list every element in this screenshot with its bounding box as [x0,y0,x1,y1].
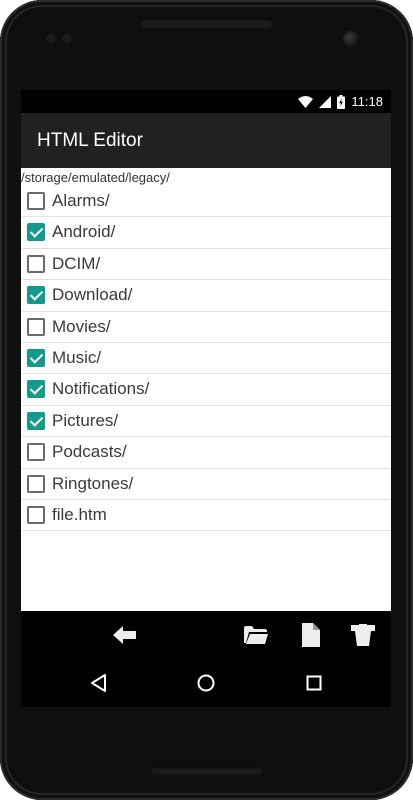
file-name: Android/ [52,222,116,242]
file-name: Download/ [52,285,133,305]
file-list-item[interactable]: Ringtones/ [21,469,391,500]
checkbox-unchecked[interactable] [27,505,45,524]
wifi-icon [298,95,314,108]
checkbox-unchecked[interactable] [27,443,45,462]
file-list-item[interactable]: Pictures/ [21,406,391,438]
earpiece-speaker [140,18,273,28]
file-name: Pictures/ [52,410,119,430]
nav-home-icon[interactable] [194,671,218,695]
file-list-item[interactable]: Movies/ [21,312,391,343]
file-list-item[interactable]: Notifications/ [21,374,391,406]
system-nav-bar [21,659,391,707]
checkbox-checked[interactable] [27,380,45,399]
device-frame: 11:18 HTML Editor /storage/emulated/lega… [0,0,413,800]
checkbox-checked[interactable] [27,286,45,305]
nav-recents-icon[interactable] [302,671,326,695]
checkbox-unchecked[interactable] [27,254,45,273]
checkbox-unchecked[interactable] [27,474,45,493]
screen: 11:18 HTML Editor /storage/emulated/lega… [21,90,391,707]
file-browser: /storage/emulated/legacy/ Alarms/Android… [21,168,391,611]
back-arrow-icon[interactable] [111,621,139,649]
folder-icon[interactable] [242,621,270,649]
file-list-item[interactable]: file.htm [21,500,391,532]
current-path: /storage/emulated/legacy/ [21,170,170,185]
file-list: Alarms/Android/DCIM/Download/Movies/Musi… [21,186,391,532]
checkbox-unchecked[interactable] [27,192,45,210]
file-name: DCIM/ [52,253,101,273]
file-name: Ringtones/ [52,473,134,493]
file-list-item[interactable]: Alarms/ [21,186,391,218]
file-list-item[interactable]: Podcasts/ [21,437,391,469]
file-name: Movies/ [52,316,111,336]
file-name: Music/ [52,347,102,367]
light-sensor [62,34,72,44]
checkbox-checked[interactable] [27,411,45,430]
checkbox-checked[interactable] [27,348,45,367]
file-list-item[interactable]: Android/ [21,217,391,249]
front-camera [343,31,359,47]
battery-charging-icon [337,94,346,109]
proximity-sensor [46,34,56,44]
file-list-item[interactable]: Download/ [21,280,391,312]
status-icons: 11:18 [298,93,383,110]
file-list-item[interactable]: DCIM/ [21,249,391,281]
bottom-toolbar [21,611,391,659]
app-title: HTML Editor [37,130,143,151]
file-list-item[interactable]: Music/ [21,343,391,375]
status-bar: 11:18 [21,90,391,113]
file-name: file.htm [52,504,107,524]
bottom-speaker [150,766,263,775]
delete-icon[interactable] [349,621,377,649]
checkbox-checked[interactable] [27,223,45,242]
nav-back-icon[interactable] [86,671,110,695]
file-name: Notifications/ [52,379,150,399]
app-bar: HTML Editor [21,113,391,168]
status-clock: 11:18 [351,94,383,109]
checkbox-unchecked[interactable] [27,317,45,336]
file-name: Alarms/ [52,191,110,210]
file-icon[interactable] [297,621,325,649]
cell-signal-icon [319,95,332,108]
file-name: Podcasts/ [52,442,127,462]
